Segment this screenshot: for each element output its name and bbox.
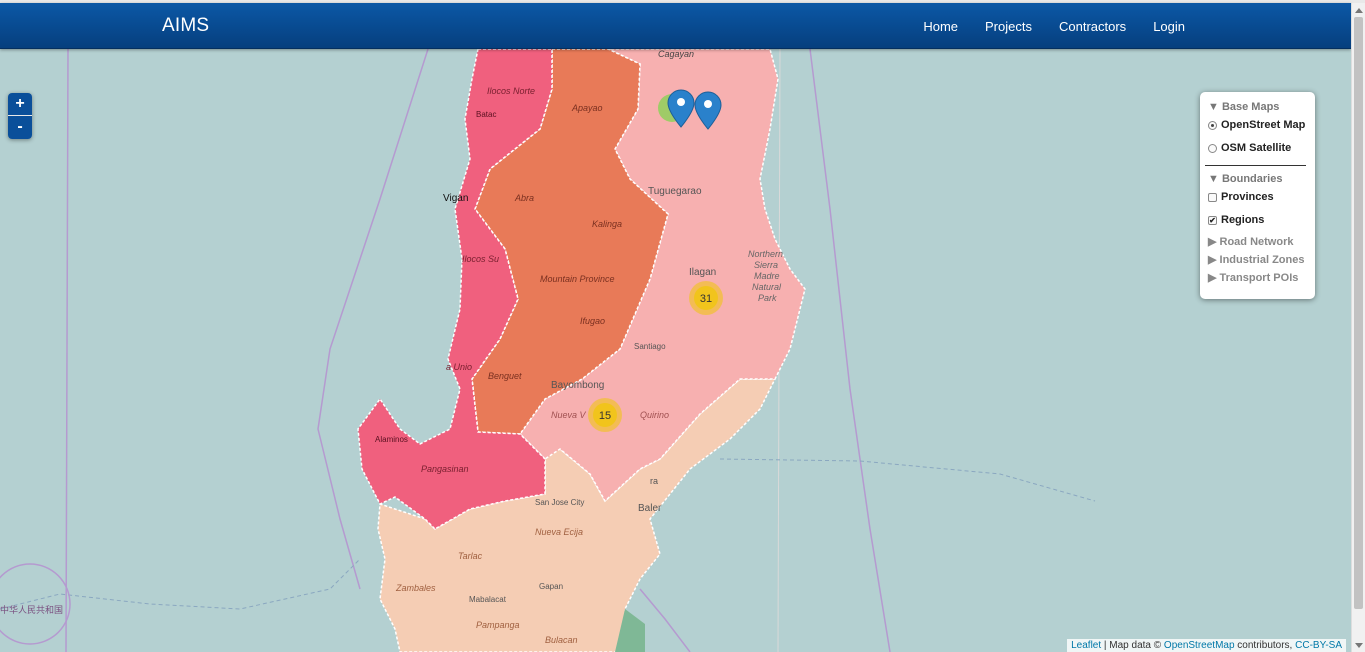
nav-login-link[interactable]: Login [1153,19,1185,34]
boundary-option[interactable]: ✔ Regions [1208,213,1315,227]
cluster-count: 15 [599,410,611,422]
road-network-toggle[interactable]: ▶ Road Network [1208,235,1315,249]
zoom-out-button[interactable]: - [8,116,32,139]
boundary-line [65,49,69,652]
brand-logo[interactable]: AIMS [162,15,209,37]
page-scrollbar[interactable] [1351,3,1365,652]
zoom-in-button[interactable]: + [8,93,32,116]
label-northern: Northern [748,249,783,259]
label-tarlac: Tarlac [458,551,483,561]
base-map-label: OSM Satellite [1221,142,1292,154]
label-madre: Madre [754,271,780,281]
base-map-option[interactable]: OpenStreet Map [1208,118,1315,132]
license-link[interactable]: CC-BY-SA [1295,640,1342,651]
label-ifugao: Ifugao [580,316,605,326]
base-map-label: OpenStreet Map [1221,119,1306,131]
boundary-line [719,458,1096,502]
label-pangasinan: Pangasinan [421,464,469,474]
checkbox-checked[interactable]: ✔ [1208,215,1217,225]
label-zambales: Zambales [395,583,436,593]
layer-control-panel: ▼ Base Maps OpenStreet Map OSM Satellite… [1200,92,1315,299]
label-alaminos: Alaminos [375,435,408,444]
scroll-down-arrow[interactable] [1355,643,1363,648]
scroll-up-arrow[interactable] [1355,8,1363,13]
base-maps-toggle[interactable]: ▼ Base Maps [1208,100,1315,114]
scroll-thumb[interactable] [1354,17,1363,609]
label-bayombong: Bayombong [551,380,604,391]
label-sierra: Sierra [754,260,778,270]
label-batac: Batac [476,110,496,119]
label-pampanga: Pampanga [476,620,520,630]
base-map-option[interactable]: OSM Satellite [1208,141,1315,155]
radio-button[interactable] [1208,120,1217,130]
industrial-zones-toggle[interactable]: ▶ Industrial Zones [1208,253,1315,267]
attribution-text: contributors, [1234,640,1296,651]
label-abra: Abra [514,193,534,203]
label-ilocos-norte: Ilocos Norte [487,86,535,96]
divider [1205,165,1306,166]
boundary-label: Regions [1221,214,1265,226]
marker-cluster[interactable]: 31 [689,281,723,315]
label-vigan: Vigan [443,193,468,204]
leaflet-link[interactable]: Leaflet [1071,640,1101,651]
label-park: Park [758,293,777,303]
map-view[interactable]: Cagayan Ilocos Norte Apayao Batac Vigan … [0,49,1351,652]
nav-projects-link[interactable]: Projects [985,19,1032,34]
label-ilocos-sur: Ilocos Su [462,254,499,264]
label-santiago: Santiago [634,342,666,351]
label-quirino: Quirino [640,410,669,420]
label-benguet: Benguet [488,371,522,381]
label-tuguegarao: Tuguegarao [648,186,702,197]
island-outline [0,563,71,645]
map-canvas[interactable]: Cagayan Ilocos Norte Apayao Batac Vigan … [0,49,1351,652]
nav-contractors-link[interactable]: Contractors [1059,19,1126,34]
map-attribution: Leaflet | Map data © OpenStreetMap contr… [1067,639,1346,652]
marker-cluster[interactable]: 15 [588,398,622,432]
radio-button[interactable] [1208,143,1217,153]
label-mountain-province: Mountain Province [540,274,615,284]
label-natural: Natural [752,282,782,292]
label-aurora: ra [650,476,658,486]
label-nueva-vizcaya: Nueva V [551,410,587,420]
label-apayao: Apayao [571,103,603,113]
label-mabalacat: Mabalacat [469,595,507,604]
label-gapan: Gapan [539,582,563,591]
label-nueva-ecija: Nueva Ecija [535,527,583,537]
osm-link[interactable]: OpenStreetMap [1164,640,1235,651]
label-ilagan: Ilagan [689,267,716,278]
label-san-jose-city: San Jose City [535,498,584,507]
label-la-union: a Unio [446,362,472,372]
checkbox[interactable] [1208,192,1217,202]
cluster-count: 31 [700,293,712,305]
nav-home-link[interactable]: Home [923,19,958,34]
boundary-line [0,558,361,610]
attribution-text: | Map data © [1101,640,1164,651]
label-kalinga: Kalinga [592,219,622,229]
boundary-line [809,49,891,652]
boundary-option[interactable]: Provinces [1208,190,1315,204]
boundary-label: Provinces [1221,191,1274,203]
boundary-line [639,588,691,652]
zoom-control: + - [8,93,32,139]
label-bulacan: Bulacan [545,635,578,645]
top-navbar: AIMS Home Projects Contractors Login [0,3,1351,49]
nav-menu: Home Projects Contractors Login [896,3,1185,49]
label-baler: Baler [638,503,662,514]
transport-pois-toggle[interactable]: ▶ Transport POIs [1208,271,1315,285]
label-cagayan: Cagayan [658,49,694,59]
label-china: 中华人民共和国 [0,604,63,615]
boundaries-toggle[interactable]: ▼ Boundaries [1208,172,1315,186]
